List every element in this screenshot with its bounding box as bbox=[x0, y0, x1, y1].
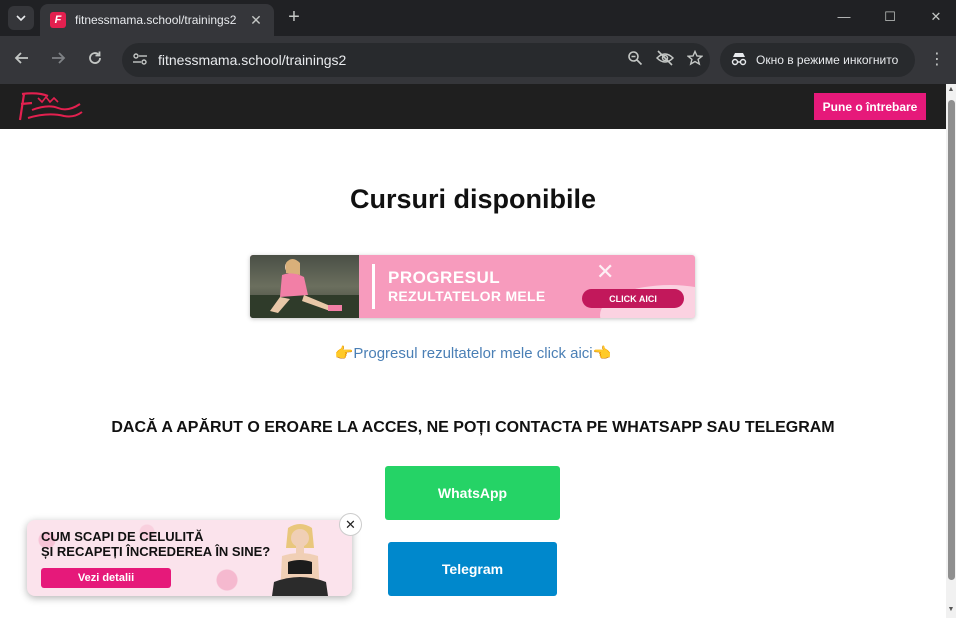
back-arrow-icon bbox=[14, 52, 28, 64]
ask-question-button[interactable]: Pune o întrebare bbox=[814, 93, 926, 120]
back-button[interactable] bbox=[10, 48, 34, 72]
scroll-down-arrow-icon[interactable]: ▼ bbox=[946, 606, 956, 616]
tab-title: fitnessmama.school/trainings2 bbox=[75, 13, 237, 27]
window-close-button[interactable]: ✕ bbox=[921, 6, 951, 28]
popup-details-button[interactable]: Vezi detalii bbox=[41, 568, 171, 588]
browser-tab[interactable]: F fitnessmama.school/trainings2 ✕ bbox=[40, 4, 274, 36]
cross-deco-icon: ✕ bbox=[596, 259, 615, 284]
incognito-indicator[interactable]: Окно в режиме инкогнито bbox=[720, 43, 915, 77]
eye-off-icon[interactable] bbox=[650, 50, 680, 70]
maximize-button[interactable]: ☐ bbox=[875, 6, 905, 28]
fitnessmama-favicon: F bbox=[50, 12, 66, 28]
popup-line2: ȘI RECAPEȚI ÎNCREDEREA ÎN SINE? bbox=[41, 544, 271, 559]
tune-icon[interactable] bbox=[130, 52, 150, 69]
reload-icon bbox=[89, 51, 101, 64]
kebab-menu-icon[interactable]: ⋮ bbox=[926, 48, 948, 72]
chevron-down-icon bbox=[16, 15, 26, 22]
zoom-icon[interactable] bbox=[620, 50, 650, 70]
page-title: Cursuri disponibile bbox=[349, 184, 597, 214]
incognito-label: Окно в режиме инкогнито bbox=[756, 53, 899, 67]
banner-divider bbox=[372, 264, 375, 309]
url-text[interactable]: fitnessmama.school/trainings2 bbox=[158, 52, 620, 68]
forward-arrow-icon bbox=[52, 52, 66, 64]
banner-line1: PROGRESUL bbox=[388, 268, 501, 287]
fitnessmama-logo[interactable] bbox=[18, 90, 84, 124]
new-tab-button[interactable]: + bbox=[284, 6, 304, 28]
reload-button[interactable] bbox=[83, 48, 107, 72]
address-bar[interactable]: fitnessmama.school/trainings2 bbox=[122, 43, 710, 77]
telegram-button[interactable]: Telegram bbox=[388, 542, 557, 596]
progress-link[interactable]: 👉Progresul rezultatelor mele click aici👈 bbox=[0, 344, 946, 362]
contact-heading: DACĂ A APĂRUT O EROARE LA ACCES, NE POȚI… bbox=[111, 419, 835, 436]
scrollbar-thumb[interactable] bbox=[948, 100, 955, 580]
scroll-up-arrow-icon[interactable]: ▲ bbox=[946, 86, 956, 96]
star-icon[interactable] bbox=[680, 49, 710, 70]
site-header: Pune o întrebare bbox=[0, 84, 946, 129]
popup-close-button[interactable]: ✕ bbox=[339, 513, 362, 536]
minimize-button[interactable]: — bbox=[829, 6, 859, 28]
progress-banner[interactable]: PROGRESUL REZULTATELOR MELE ✕ CLICK AICI bbox=[250, 255, 695, 318]
promo-popup[interactable]: CUM SCAPI DE CELULITĂ ȘI RECAPEȚI ÎNCRED… bbox=[27, 520, 352, 596]
banner-photo bbox=[250, 255, 359, 318]
popup-photo bbox=[272, 524, 328, 596]
banner-click-button[interactable]: CLICK AICI bbox=[582, 289, 684, 308]
banner-line2: REZULTATELOR MELE bbox=[388, 288, 546, 304]
browser-toolbar: fitnessmama.school/trainings2 Окно в реж… bbox=[0, 36, 956, 84]
incognito-icon bbox=[730, 52, 748, 69]
popup-line1: CUM SCAPI DE CELULITĂ bbox=[41, 529, 204, 544]
tab-strip: F fitnessmama.school/trainings2 ✕ + — ☐ … bbox=[0, 0, 956, 36]
tab-search-button[interactable] bbox=[8, 6, 34, 30]
whatsapp-button[interactable]: WhatsApp bbox=[385, 466, 560, 520]
tab-close-icon[interactable]: ✕ bbox=[248, 12, 264, 29]
forward-button[interactable] bbox=[46, 48, 70, 72]
